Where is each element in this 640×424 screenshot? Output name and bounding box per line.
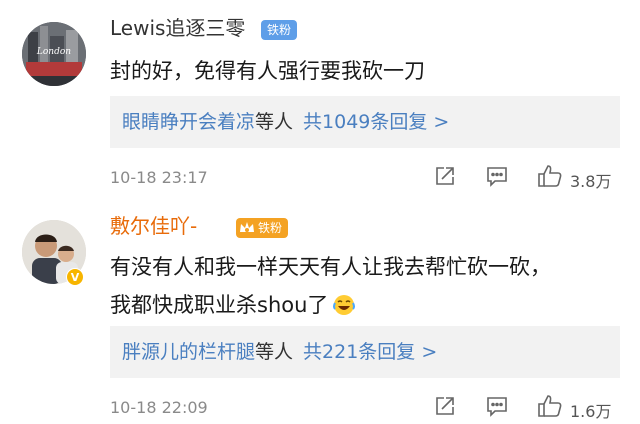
replies-summary[interactable]: 眼睛睁开会着凉等人 共1049条回复 >: [110, 96, 620, 148]
share-icon[interactable]: [433, 394, 457, 422]
fan-badge-label: 铁粉: [258, 221, 283, 235]
fan-badge: 铁粉: [261, 20, 298, 40]
username[interactable]: 敷尔佳吖-: [110, 214, 197, 238]
comment-text: 有没有人和我一样天天有人让我去帮忙砍一砍， 我都快成职业杀shou了: [110, 248, 551, 329]
comment-item: London Lewis追逐三零 铁粉 封的好，免得有人强行要我砍一刀 眼睛睁开…: [0, 0, 640, 206]
reply-suffix: 等人: [255, 341, 294, 363]
share-icon[interactable]: [433, 164, 457, 192]
comment-item: V 敷尔佳吖- 铁粉 有没有人和我一样天天有人让我去帮忙砍一砍， 我都快成职业杀…: [0, 206, 640, 424]
comment-icon[interactable]: [485, 164, 509, 192]
comment-line: 我都快成职业杀shou了: [110, 293, 329, 317]
like-count: 3.8万: [570, 172, 612, 191]
reply-count-link[interactable]: 共221条回复 >: [303, 341, 437, 363]
replies-summary[interactable]: 胖源儿的栏杆腿等人 共221条回复 >: [110, 326, 620, 378]
comment-line-wrap: 我都快成职业杀shou了: [110, 286, 551, 329]
username[interactable]: Lewis追逐三零: [110, 16, 245, 40]
reply-author-name[interactable]: 胖源儿的栏杆腿: [122, 341, 255, 363]
reply-count-link[interactable]: 共1049条回复 >: [303, 111, 449, 133]
comment-text: 封的好，免得有人强行要我砍一刀: [110, 52, 425, 90]
reply-author-name[interactable]: 眼睛睁开会着凉: [122, 111, 255, 133]
thumbs-up-icon[interactable]: [537, 164, 563, 192]
avatar-text: London: [36, 47, 71, 57]
comment-icon[interactable]: [485, 394, 509, 422]
comment-line: 封的好，免得有人强行要我砍一刀: [110, 59, 425, 83]
svg-text:V: V: [71, 271, 80, 284]
fan-badge: 铁粉: [236, 218, 289, 238]
laugh-cry-emoji-icon: [332, 291, 356, 329]
avatar[interactable]: London: [22, 22, 86, 86]
verified-v-icon: V: [66, 268, 84, 290]
thumbs-up-icon[interactable]: [537, 394, 563, 422]
comment-line: 有没有人和我一样天天有人让我去帮忙砍一砍，: [110, 255, 551, 279]
like-count: 1.6万: [570, 402, 612, 421]
timestamp: 10-18 22:09: [110, 398, 208, 417]
reply-suffix: 等人: [255, 111, 294, 133]
timestamp: 10-18 23:17: [110, 168, 208, 187]
crown-icon: [240, 222, 254, 232]
